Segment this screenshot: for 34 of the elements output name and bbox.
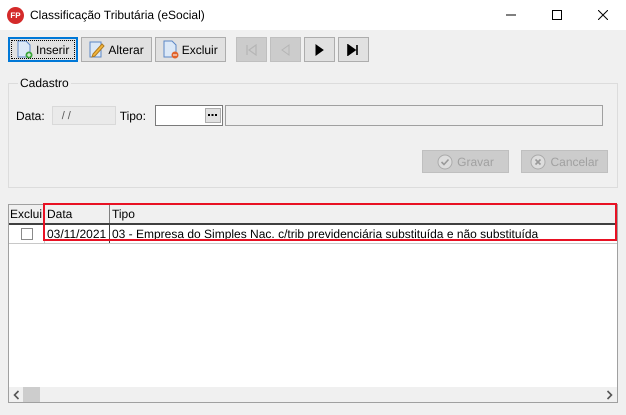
checkbox[interactable]: [20, 228, 32, 240]
last-record-icon: [347, 44, 360, 56]
toolbar-button[interactable]: Inserir: [8, 37, 78, 62]
scrollbar-thumb[interactable]: [23, 387, 40, 402]
ellipsis-icon: [208, 114, 218, 117]
navigation-button[interactable]: [304, 37, 335, 62]
table-cell-text: 03 - Empresa do Simples Nac. c/trib previdenciária substituída e não substituída: [111, 226, 540, 243]
maximize-icon: [552, 10, 562, 20]
app-logo: FP: [7, 6, 24, 24]
field-label: Data:: [16, 108, 45, 122]
play-icon: [313, 44, 326, 56]
browse-button[interactable]: [204, 108, 221, 123]
type-code-field[interactable]: [154, 105, 223, 126]
checkmark-icon: [437, 154, 454, 170]
scroll-right-icon: [606, 390, 613, 400]
column-header[interactable]: Tipo: [110, 205, 617, 223]
cancel-icon: [530, 154, 546, 170]
date-field[interactable]: / /: [52, 106, 116, 125]
type-description-field[interactable]: [224, 105, 603, 126]
document-plus-icon: [16, 40, 33, 59]
group-title: Cadastro: [18, 76, 71, 90]
table-cell: 03/11/2021: [45, 225, 110, 243]
document-pencil-icon: [88, 40, 106, 59]
close-icon: [598, 10, 608, 20]
field-label: Tipo:: [120, 108, 146, 122]
window-title: Classificação Tributária (eSocial): [30, 8, 205, 22]
document-minus-icon: [162, 40, 179, 59]
toolbar-button[interactable]: Alterar: [81, 37, 152, 62]
scroll-left-icon: [13, 390, 20, 400]
column-header[interactable]: Exclui: [9, 205, 45, 223]
horizontal-scrollbar[interactable]: [9, 387, 617, 402]
toolbar-button[interactable]: Excluir: [154, 37, 226, 62]
column-header[interactable]: Data: [45, 205, 110, 223]
navigation-button[interactable]: [338, 37, 369, 62]
